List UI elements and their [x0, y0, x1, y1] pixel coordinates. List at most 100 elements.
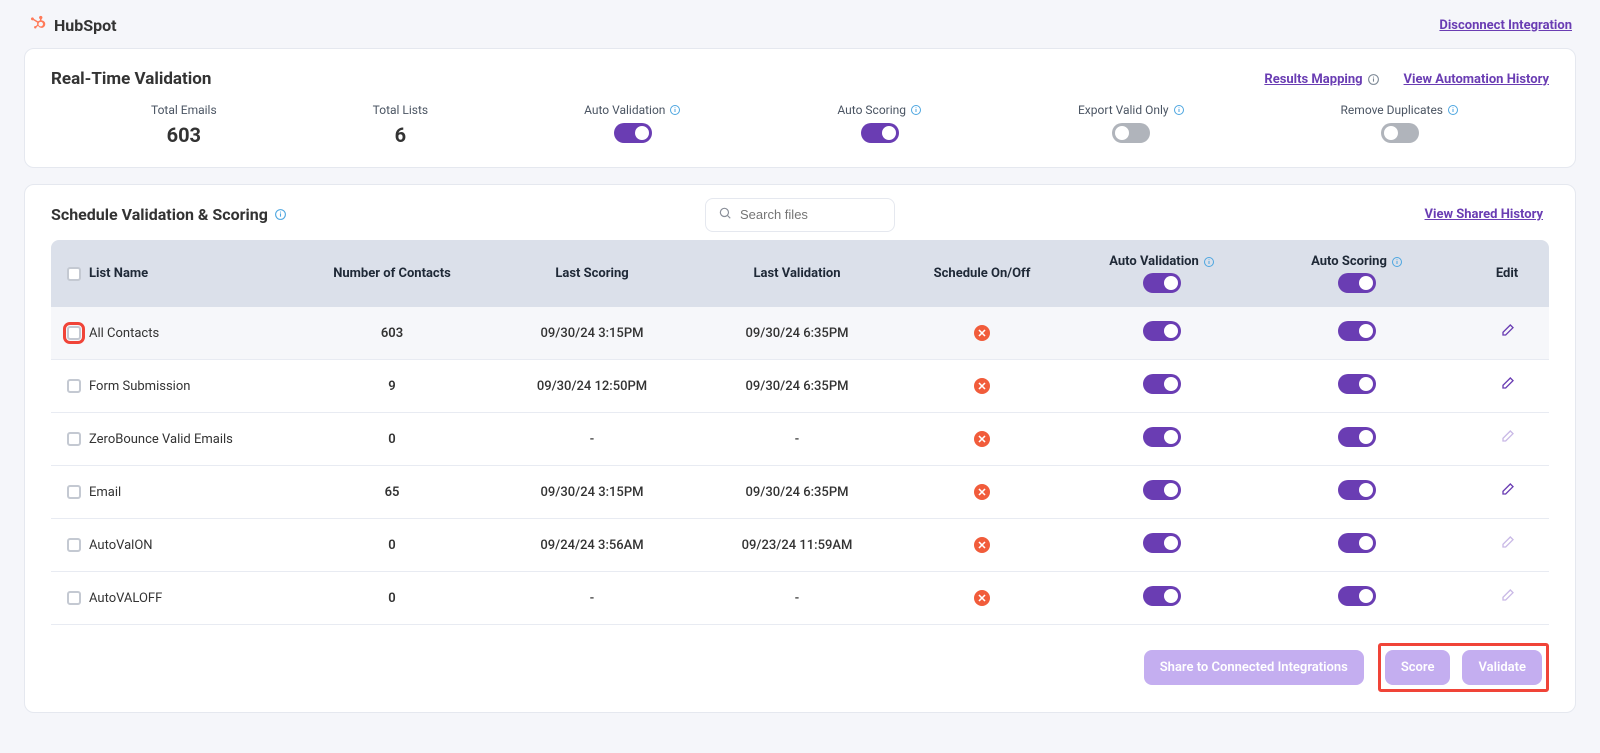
auto-scoring-toggle[interactable] — [861, 123, 899, 143]
toggle-export-valid-only: Export Valid Only — [1078, 103, 1185, 143]
hubspot-icon — [28, 14, 46, 36]
row-last-validation: - — [697, 591, 897, 606]
x-circle-icon: ✕ — [974, 484, 990, 500]
info-icon — [274, 208, 287, 221]
action-footer: Share to Connected Integrations Score Va… — [51, 643, 1549, 692]
brand: HubSpot — [28, 14, 117, 36]
toggle-label: Export Valid Only — [1078, 103, 1169, 117]
select-all-checkbox[interactable] — [67, 267, 81, 281]
toggle-remove-duplicates: Remove Duplicates — [1341, 103, 1459, 143]
row-auto-scoring-toggle[interactable] — [1338, 427, 1376, 447]
row-last-validation: 09/30/24 6:35PM — [697, 379, 897, 394]
th-auto-scoring: Auto Scoring — [1311, 254, 1387, 269]
row-auto-scoring-toggle[interactable] — [1338, 480, 1376, 500]
th-list-name: List Name — [89, 266, 148, 281]
disconnect-link[interactable]: Disconnect Integration — [1439, 18, 1572, 33]
col-auto-validation-toggle[interactable] — [1143, 273, 1181, 293]
search-files[interactable] — [705, 198, 895, 232]
row-checkbox[interactable] — [67, 538, 81, 552]
th-last-scoring: Last Scoring — [487, 266, 697, 281]
row-checkbox[interactable] — [67, 591, 81, 605]
row-checkbox[interactable] — [67, 485, 81, 499]
search-icon — [718, 206, 732, 224]
row-auto-scoring-toggle[interactable] — [1338, 374, 1376, 394]
x-circle-icon: ✕ — [974, 431, 990, 447]
row-contacts: 9 — [297, 379, 487, 394]
schedule-card: Schedule Validation & Scoring View Share… — [24, 184, 1576, 713]
row-auto-validation-toggle[interactable] — [1143, 480, 1181, 500]
score-validate-highlight: Score Validate — [1378, 643, 1549, 692]
toggle-label: Remove Duplicates — [1341, 103, 1443, 117]
edit-icon[interactable] — [1499, 381, 1515, 396]
auto-validation-toggle[interactable] — [614, 123, 652, 143]
row-list-name: AutoVALOFF — [89, 591, 162, 606]
row-last-validation: 09/30/24 6:35PM — [697, 326, 897, 341]
search-input[interactable] — [740, 207, 880, 222]
edit-icon[interactable] — [1499, 487, 1515, 502]
row-contacts: 0 — [297, 591, 487, 606]
info-icon — [1173, 104, 1185, 116]
row-checkbox[interactable] — [67, 432, 81, 446]
stat-label: Total Emails — [151, 103, 217, 117]
row-auto-validation-toggle[interactable] — [1143, 374, 1181, 394]
row-list-name: AutoValON — [89, 538, 153, 553]
stat-value: 6 — [395, 123, 406, 147]
row-auto-scoring-toggle[interactable] — [1338, 321, 1376, 341]
row-auto-scoring-toggle[interactable] — [1338, 533, 1376, 553]
topbar: HubSpot Disconnect Integration — [24, 14, 1576, 36]
row-last-scoring: - — [487, 591, 697, 606]
realtime-card: Real-Time Validation Results Mapping Vie… — [24, 48, 1576, 168]
row-list-name: Email — [89, 485, 121, 500]
realtime-title: Real-Time Validation — [51, 69, 211, 89]
row-contacts: 0 — [297, 538, 487, 553]
info-icon — [1203, 256, 1215, 268]
row-last-scoring: 09/30/24 3:15PM — [487, 326, 697, 341]
export-valid-only-toggle[interactable] — [1112, 123, 1150, 143]
table-row: All Contacts60309/30/24 3:15PM09/30/24 6… — [51, 307, 1549, 360]
edit-icon[interactable] — [1499, 593, 1515, 608]
row-contacts: 603 — [297, 326, 487, 341]
toggle-label: Auto Validation — [584, 103, 665, 117]
edit-icon[interactable] — [1499, 540, 1515, 555]
info-icon — [910, 104, 922, 116]
row-schedule: ✕ — [897, 378, 1067, 394]
row-checkbox[interactable] — [67, 326, 81, 340]
table-row: ZeroBounce Valid Emails0--✕ — [51, 413, 1549, 466]
x-circle-icon: ✕ — [974, 378, 990, 394]
row-contacts: 65 — [297, 485, 487, 500]
validate-button[interactable]: Validate — [1462, 650, 1542, 685]
row-schedule: ✕ — [897, 484, 1067, 500]
edit-icon[interactable] — [1499, 434, 1515, 449]
row-schedule: ✕ — [897, 431, 1067, 447]
row-checkbox[interactable] — [67, 379, 81, 393]
row-auto-validation-toggle[interactable] — [1143, 427, 1181, 447]
results-mapping-link[interactable]: Results Mapping — [1264, 72, 1362, 87]
info-icon — [1447, 104, 1459, 116]
stat-value: 603 — [167, 123, 201, 147]
share-button[interactable]: Share to Connected Integrations — [1144, 650, 1364, 685]
col-auto-scoring-toggle[interactable] — [1338, 273, 1376, 293]
info-icon — [669, 104, 681, 116]
row-auto-validation-toggle[interactable] — [1143, 533, 1181, 553]
remove-duplicates-toggle[interactable] — [1381, 123, 1419, 143]
row-contacts: 0 — [297, 432, 487, 447]
row-schedule: ✕ — [897, 590, 1067, 606]
row-last-scoring: - — [487, 432, 697, 447]
th-auto-validation: Auto Validation — [1109, 254, 1199, 269]
th-schedule: Schedule On/Off — [897, 266, 1067, 281]
row-last-scoring: 09/30/24 3:15PM — [487, 485, 697, 500]
row-auto-scoring-toggle[interactable] — [1338, 586, 1376, 606]
row-auto-validation-toggle[interactable] — [1143, 321, 1181, 341]
stat-total-lists: Total Lists 6 — [373, 103, 428, 147]
view-shared-history-link[interactable]: View Shared History — [1425, 207, 1543, 222]
x-circle-icon: ✕ — [974, 590, 990, 606]
toggle-label: Auto Scoring — [837, 103, 906, 117]
table-row: Email6509/30/24 3:15PM09/30/24 6:35PM✕ — [51, 466, 1549, 519]
schedule-title: Schedule Validation & Scoring — [51, 205, 268, 224]
row-auto-validation-toggle[interactable] — [1143, 586, 1181, 606]
lists-table: List Name Number of Contacts Last Scorin… — [51, 240, 1549, 625]
x-circle-icon: ✕ — [974, 537, 990, 553]
score-button[interactable]: Score — [1385, 650, 1451, 685]
edit-icon[interactable] — [1499, 328, 1515, 343]
view-automation-history-link[interactable]: View Automation History — [1404, 72, 1549, 87]
